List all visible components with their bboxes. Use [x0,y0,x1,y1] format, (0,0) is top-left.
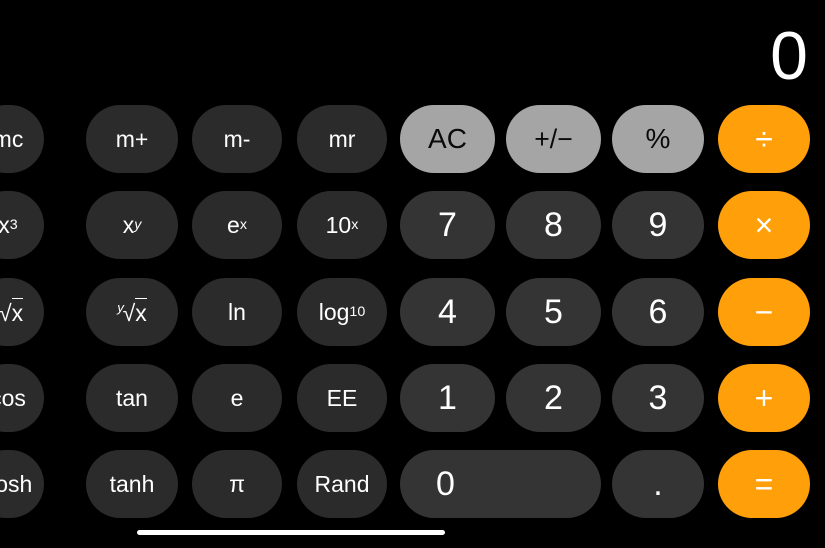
multiply-button[interactable]: × [718,191,810,259]
hyperbolic-tangent-button[interactable]: tanh [86,450,178,518]
tangent-button[interactable]: tan [86,364,178,432]
memory-add-button[interactable]: m+ [86,105,178,173]
digit-8-button[interactable]: 8 [506,191,601,259]
x-cubed-button[interactable]: x3 [0,191,44,259]
decimal-point-button[interactable]: . [612,450,704,518]
memory-clear-button[interactable]: mc [0,105,44,173]
digit-6-button[interactable]: 6 [612,278,704,346]
digit-4-button[interactable]: 4 [400,278,495,346]
exponent-entry-button[interactable]: EE [297,364,387,432]
ten-to-the-x-button[interactable]: 10 x [297,191,387,259]
digit-0-button[interactable]: 0 [400,450,601,518]
log-base-10-button[interactable]: log 10 [297,278,387,346]
digit-7-button[interactable]: 7 [400,191,495,259]
cosine-button[interactable]: cos [0,364,44,432]
percent-button[interactable]: % [612,105,704,173]
digit-3-button[interactable]: 3 [612,364,704,432]
e-to-the-x-button[interactable]: ex [192,191,282,259]
digit-1-button[interactable]: 1 [400,364,495,432]
display-value: 0 [770,18,808,94]
euler-constant-button[interactable]: e [192,364,282,432]
natural-log-button[interactable]: ln [192,278,282,346]
memory-subtract-button[interactable]: m- [192,105,282,173]
add-button[interactable]: + [718,364,810,432]
calculator-display: 0 [0,0,825,100]
digit-9-button[interactable]: 9 [612,191,704,259]
random-number-button[interactable]: Rand [297,450,387,518]
hyperbolic-cosine-button[interactable]: cosh [0,450,44,518]
memory-recall-button[interactable]: mr [297,105,387,173]
digit-5-button[interactable]: 5 [506,278,601,346]
pi-button[interactable]: π [192,450,282,518]
plus-minus-button[interactable]: +/− [506,105,601,173]
equals-button[interactable]: = [718,450,810,518]
all-clear-button[interactable]: AC [400,105,495,173]
home-indicator[interactable] [137,530,445,535]
cube-root-button[interactable]: 3√x [0,278,44,346]
calculator-app: 0 mc m+m-mrAC+/−%÷ x3 xyex10x789× 3√x y√xlnlo… [0,0,825,548]
divide-button[interactable]: ÷ [718,105,810,173]
x-to-the-y-button[interactable]: xy [86,191,178,259]
digit-2-button[interactable]: 2 [506,364,601,432]
y-root-of-x-button[interactable]: y √ x [86,278,178,346]
subtract-button[interactable]: − [718,278,810,346]
calculator-keypad: mc m+m-mrAC+/−%÷ x3 xyex10x789× 3√x y√xlnlog1… [0,100,825,548]
